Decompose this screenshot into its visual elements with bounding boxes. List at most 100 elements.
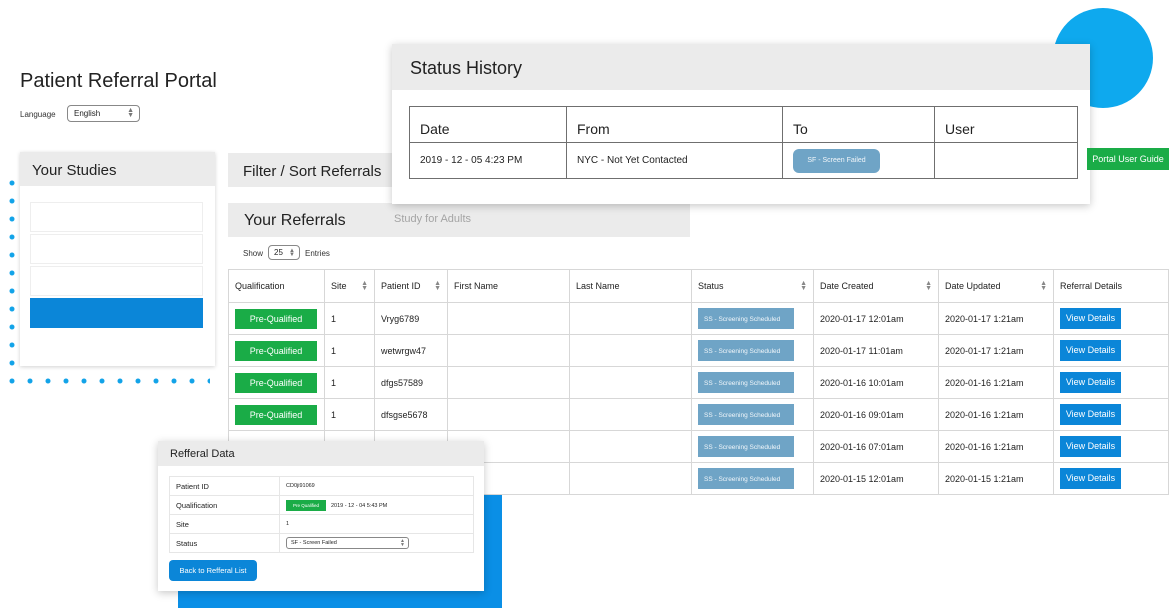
data-row-patient-id: Patient ID CD0ji91069 (169, 476, 474, 496)
date-updated-cell: 2020-01-17 1:21am (938, 334, 1054, 367)
qualification-badge[interactable]: Pre-Qualified (235, 308, 317, 329)
back-to-referral-list-button[interactable]: Back to Refferal List (169, 560, 257, 581)
language-value: English (74, 109, 101, 118)
entries-label: Entries (305, 249, 330, 258)
table-row: Pre-Qualified 1 dfgs57589 SS - Screening… (228, 366, 1169, 399)
history-user-cell (934, 142, 1078, 179)
site-cell: 1 (324, 398, 375, 431)
view-details-button[interactable]: View Details (1060, 436, 1121, 457)
qualification-badge[interactable]: Pre-Qualified (235, 404, 317, 425)
view-details-button[interactable]: View Details (1060, 404, 1121, 425)
data-row-status: Status SF - Screen Failed ▲ ▼ (169, 533, 474, 553)
date-created-cell: 2020-01-16 07:01am (813, 430, 939, 463)
qualification-badge[interactable]: Pre-Qualified (235, 372, 317, 393)
status-badge: SS - Screening Scheduled (698, 372, 794, 393)
column-header-status[interactable]: Status ▲ ▼ (691, 269, 814, 303)
status-history-table: Date From To User 2019 - 12 - 05 4:23 PM… (409, 106, 1078, 179)
study-item-active[interactable] (30, 298, 203, 328)
date-updated-cell: 2020-01-15 1:21am (938, 462, 1054, 495)
sort-icon[interactable]: ▲ ▼ (925, 280, 932, 292)
date-updated-cell: 2020-01-16 1:21am (938, 366, 1054, 399)
sort-icon[interactable]: ▲ ▼ (361, 280, 368, 292)
column-header-patient-id[interactable]: Patient ID ▲ ▼ (374, 269, 448, 303)
status-badge: SS - Screening Scheduled (698, 436, 794, 457)
site-cell: 1 (324, 334, 375, 367)
history-date-cell: 2019 - 12 - 05 4:23 PM (409, 142, 567, 179)
view-details-button[interactable]: View Details (1060, 308, 1121, 329)
entries-select[interactable]: 25 ▲ ▼ (268, 245, 300, 260)
first-name-cell (447, 302, 570, 335)
field-label: Status (169, 533, 280, 553)
view-details-button[interactable]: View Details (1060, 340, 1121, 361)
studies-title: Your Studies (20, 152, 215, 186)
view-details-button[interactable]: View Details (1060, 372, 1121, 393)
date-updated-cell: 2020-01-16 1:21am (938, 398, 1054, 431)
referrals-title: Your Referrals (244, 212, 346, 229)
column-header-qualification[interactable]: Qualification (228, 269, 325, 303)
history-from-cell: NYC - Not Yet Contacted (566, 142, 783, 179)
page-title: Patient Referral Portal (20, 70, 217, 92)
last-name-cell (569, 334, 692, 367)
field-value: 1 (279, 514, 474, 534)
date-created-cell: 2020-01-15 12:01am (813, 462, 939, 495)
date-created-cell: 2020-01-16 10:01am (813, 366, 939, 399)
patient-id-cell: dfgs57589 (374, 366, 448, 399)
language-label: Language (20, 110, 56, 119)
data-row-site: Site 1 (169, 514, 474, 534)
study-item[interactable] (30, 234, 203, 264)
field-value: 2019 - 12 - 04 5:43 PM (331, 502, 388, 509)
sort-icon[interactable]: ▲ ▼ (434, 280, 441, 292)
study-item[interactable] (30, 202, 203, 232)
filter-sort-header[interactable]: Filter / Sort Referrals (228, 153, 398, 187)
patient-id-cell: dfsgse5678 (374, 398, 448, 431)
first-name-cell (447, 366, 570, 399)
table-row: Pre-Qualified 1 wetwrgw47 SS - Screening… (228, 334, 1169, 367)
referrals-header: Your Referrals Study for Adults (228, 203, 690, 237)
first-name-cell (447, 398, 570, 431)
status-badge: SS - Screening Scheduled (698, 308, 794, 329)
qualification-badge[interactable]: Pre Qualified (286, 499, 326, 511)
sort-icon[interactable]: ▲ ▼ (1040, 280, 1047, 292)
qualification-badge[interactable]: Pre-Qualified (235, 340, 317, 361)
table-row: Pre-Qualified 1 Vryg6789 SS - Screening … (228, 302, 1169, 335)
date-updated-cell: 2020-01-16 1:21am (938, 430, 1054, 463)
table-row: Pre-Qualified 1 dfsgse5678 SS - Screenin… (228, 398, 1169, 431)
field-label: Site (169, 514, 280, 534)
referrals-study-name: Study for Adults (394, 213, 472, 225)
column-header-to: To (782, 106, 935, 143)
select-arrows-icon: ▲ ▼ (289, 248, 295, 258)
referral-data-card: Refferal Data Patient ID CD0ji91069 Qual… (158, 441, 484, 591)
view-details-button[interactable]: View Details (1060, 468, 1121, 489)
referral-data-table: Patient ID CD0ji91069 Qualification Pre … (169, 476, 474, 553)
last-name-cell (569, 430, 692, 463)
date-created-cell: 2020-01-16 09:01am (813, 398, 939, 431)
column-header-date-updated[interactable]: Date Updated ▲ ▼ (938, 269, 1054, 303)
date-created-cell: 2020-01-17 12:01am (813, 302, 939, 335)
select-arrows-icon: ▲ ▼ (127, 107, 134, 119)
first-name-cell (447, 334, 570, 367)
column-header-first-name[interactable]: First Name (447, 269, 570, 303)
show-label: Show (243, 249, 264, 258)
status-history-header-row: Date From To User (409, 106, 1078, 143)
field-label: Patient ID (169, 476, 280, 496)
language-select[interactable]: English ▲ ▼ (67, 105, 140, 122)
select-arrows-icon: ▲ ▼ (400, 538, 405, 548)
column-header-site[interactable]: Site ▲ ▼ (324, 269, 375, 303)
site-cell: 1 (324, 366, 375, 399)
status-select[interactable]: SF - Screen Failed ▲ ▼ (286, 537, 409, 549)
column-header-date-created[interactable]: Date Created ▲ ▼ (813, 269, 939, 303)
status-history-modal: Status History Date From To User 2019 - … (392, 44, 1090, 204)
column-header-date: Date (409, 106, 567, 143)
sort-icon[interactable]: ▲ ▼ (800, 280, 807, 292)
status-badge: SS - Screening Scheduled (698, 404, 794, 425)
last-name-cell (569, 398, 692, 431)
entries-value: 25 (274, 248, 283, 257)
patient-id-cell: wetwrgw47 (374, 334, 448, 367)
portal-user-guide-button[interactable]: Portal User Guide (1087, 148, 1169, 170)
history-to-badge: SF - Screen Failed (793, 148, 880, 173)
date-updated-cell: 2020-01-17 1:21am (938, 302, 1054, 335)
column-header-last-name[interactable]: Last Name (569, 269, 692, 303)
column-header-referral-details: Referral Details (1053, 269, 1169, 303)
study-item[interactable] (30, 266, 203, 296)
last-name-cell (569, 462, 692, 495)
